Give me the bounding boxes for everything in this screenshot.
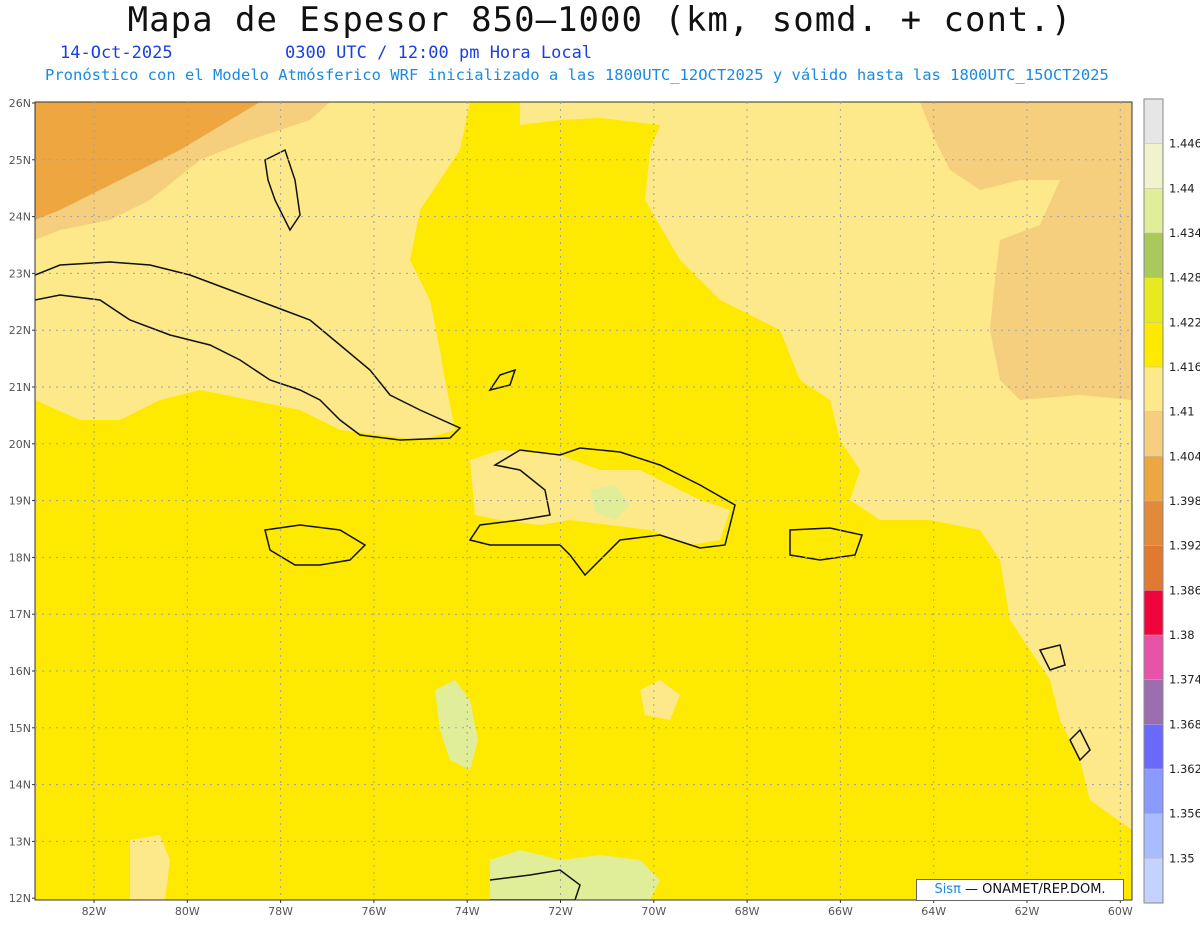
colorbar-label: 1.404 bbox=[1169, 449, 1200, 463]
colorbar-swatch bbox=[1144, 635, 1163, 681]
colorbar-label: 1.362 bbox=[1169, 762, 1200, 776]
colorbar-label: 1.44 bbox=[1169, 181, 1195, 195]
colorbar: 1.446 1.44 1.434 1.428 1.422 1.416 1.41 1.404 1.… bbox=[1143, 98, 1200, 904]
lat-label: 20N bbox=[9, 438, 31, 451]
lat-label: 22N bbox=[9, 324, 31, 337]
lon-label: 74W bbox=[455, 905, 480, 918]
colorbar-swatch bbox=[1144, 545, 1163, 591]
colorbar-label: 1.446 bbox=[1169, 137, 1200, 151]
lon-label: 82W bbox=[82, 905, 107, 918]
colorbar-swatch bbox=[1144, 277, 1163, 323]
colorbar-label: 1.434 bbox=[1169, 226, 1200, 240]
lat-label: 17N bbox=[9, 608, 31, 621]
colorbar-swatch bbox=[1144, 233, 1163, 279]
colorbar-label: 1.386 bbox=[1169, 583, 1200, 597]
lon-label: 60W bbox=[1108, 905, 1133, 918]
colorbar-swatch bbox=[1144, 813, 1163, 859]
colorbar-label: 1.398 bbox=[1169, 494, 1200, 508]
credit-brand: Sisπ bbox=[934, 882, 961, 897]
lat-label: 23N bbox=[9, 267, 31, 280]
lon-label: 64W bbox=[921, 905, 946, 918]
colorbar-swatch bbox=[1144, 456, 1163, 502]
lat-label: 19N bbox=[9, 495, 31, 508]
latitude-labels: 26N 25N 24N 23N 22N 21N 20N 19N 18N 17N 16N 15N 14N 1… bbox=[9, 97, 35, 905]
lat-label: 14N bbox=[9, 779, 31, 792]
lat-label: 21N bbox=[9, 381, 31, 394]
colorbar-swatch bbox=[1144, 99, 1163, 145]
lon-label: 72W bbox=[548, 905, 573, 918]
lon-label: 80W bbox=[175, 905, 200, 918]
colorbar-label: 1.374 bbox=[1169, 673, 1200, 687]
lat-label: 16N bbox=[9, 665, 31, 678]
colorbar-swatch bbox=[1144, 590, 1163, 636]
lat-label: 24N bbox=[9, 211, 31, 224]
credit-text: — ONAMET/REP.DOM. bbox=[960, 882, 1106, 897]
colorbar-label: 1.368 bbox=[1169, 717, 1200, 731]
colorbar-label: 1.35 bbox=[1169, 851, 1195, 865]
colorbar-label: 1.41 bbox=[1169, 405, 1195, 419]
longitude-labels: 82W 80W 78W 76W 74W 72W 70W 68W 66W 64W 62W 60W bbox=[82, 900, 1133, 918]
colorbar-label: 1.356 bbox=[1169, 807, 1200, 821]
lon-label: 68W bbox=[735, 905, 760, 918]
lat-label: 13N bbox=[9, 835, 31, 848]
colorbar-swatch bbox=[1144, 679, 1163, 725]
thickness-map: 26N 25N 24N 23N 22N 21N 20N 19N 18N 17N 16N 15N 14N 1… bbox=[9, 97, 1200, 918]
colorbar-label: 1.416 bbox=[1169, 360, 1200, 374]
lat-label: 15N bbox=[9, 722, 31, 735]
colorbar-swatch bbox=[1144, 188, 1163, 234]
colorbar-swatch bbox=[1144, 769, 1163, 815]
colorbar-swatch bbox=[1144, 322, 1163, 368]
colorbar-swatch bbox=[1144, 724, 1163, 770]
lon-label: 66W bbox=[828, 905, 853, 918]
credit-box: Sisπ — ONAMET/REP.DOM. bbox=[916, 879, 1124, 901]
colorbar-swatch bbox=[1144, 858, 1163, 904]
colorbar-label: 1.392 bbox=[1169, 539, 1200, 553]
colorbar-swatch bbox=[1144, 143, 1163, 189]
lon-label: 76W bbox=[361, 905, 386, 918]
colorbar-label: 1.422 bbox=[1169, 315, 1200, 329]
colorbar-swatch bbox=[1144, 501, 1163, 547]
lon-label: 62W bbox=[1015, 905, 1040, 918]
lon-label: 70W bbox=[641, 905, 666, 918]
colorbar-swatch bbox=[1144, 411, 1163, 457]
lat-label: 18N bbox=[9, 551, 31, 564]
lon-label: 78W bbox=[268, 905, 293, 918]
colorbar-label: 1.38 bbox=[1169, 628, 1195, 642]
lat-label: 26N bbox=[9, 97, 31, 110]
lat-label: 12N bbox=[9, 892, 31, 905]
lat-label: 25N bbox=[9, 154, 31, 167]
colorbar-swatch bbox=[1144, 367, 1163, 413]
colorbar-label: 1.428 bbox=[1169, 271, 1200, 285]
